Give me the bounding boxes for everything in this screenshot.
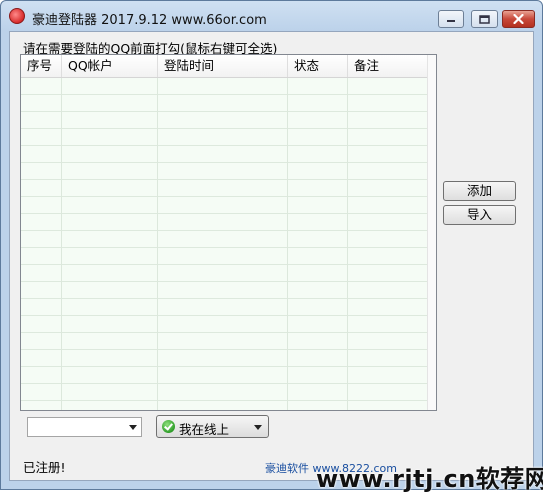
add-button[interactable]: 添加 <box>443 181 516 201</box>
column-divider <box>287 78 288 410</box>
table-header: 序号 QQ帐户 登陆时间 状态 备注 <box>21 55 436 78</box>
column-header-note[interactable]: 备注 <box>348 55 428 77</box>
column-header-login-time[interactable]: 登陆时间 <box>158 55 288 77</box>
title-bar[interactable]: 豪迪登陆器 2017.9.12 www.66or.com <box>1 1 542 31</box>
import-button[interactable]: 导入 <box>443 205 516 225</box>
account-dropdown[interactable] <box>27 417 142 437</box>
table-body[interactable] <box>21 78 428 410</box>
column-header-index[interactable]: 序号 <box>21 55 62 77</box>
minimize-icon <box>447 20 455 22</box>
client-area: 请在需要登陆的QQ前面打勾(鼠标右键可全选) 序号 QQ帐户 登陆时间 状态 备… <box>9 31 543 493</box>
column-divider <box>347 78 348 410</box>
scroll-gutter <box>427 55 436 410</box>
main-window: 豪迪登陆器 2017.9.12 www.66or.com 请在需要登陆的QQ前面… <box>0 0 543 493</box>
column-header-status[interactable]: 状态 <box>288 55 348 77</box>
online-status-label: 我在线上 <box>179 422 230 437</box>
column-divider <box>61 78 62 410</box>
window-title: 豪迪登陆器 2017.9.12 www.66or.com <box>32 13 267 28</box>
close-button[interactable] <box>502 10 535 28</box>
column-divider <box>157 78 158 410</box>
maximize-button[interactable] <box>471 10 498 28</box>
app-logo-icon <box>9 8 25 24</box>
account-table[interactable]: 序号 QQ帐户 登陆时间 状态 备注 <box>20 54 437 411</box>
online-check-icon <box>162 420 175 433</box>
chevron-down-icon <box>254 425 262 430</box>
online-status-select[interactable]: 我在线上 <box>156 415 269 438</box>
maximize-icon <box>479 14 490 24</box>
site-watermark: www.rjtj.cn软荐网 <box>316 465 543 493</box>
close-icon <box>513 14 524 24</box>
chevron-down-icon <box>129 425 137 430</box>
minimize-button[interactable] <box>438 10 464 28</box>
column-header-qq-account[interactable]: QQ帐户 <box>62 55 158 77</box>
registration-status: 已注册! <box>23 460 66 475</box>
